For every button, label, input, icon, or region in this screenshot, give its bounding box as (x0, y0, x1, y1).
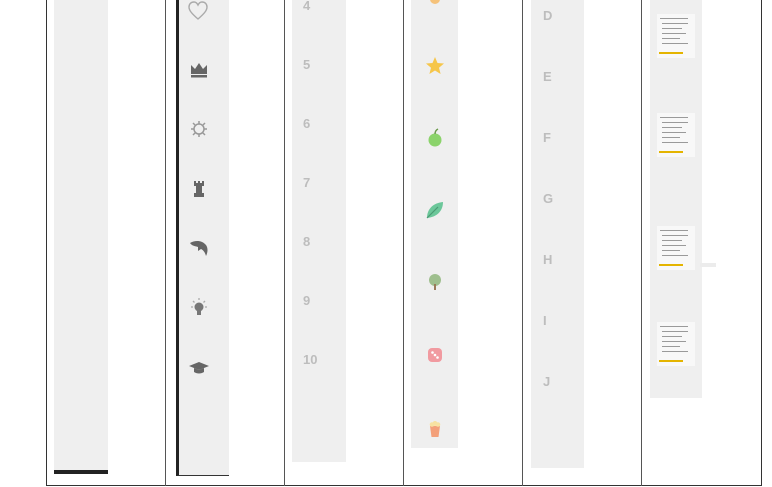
numbers-strip[interactable] (292, 0, 346, 462)
dice-icon (428, 348, 442, 362)
thumbnail-3[interactable] (657, 226, 695, 270)
number-label: 5 (303, 57, 311, 72)
thumbnail-2[interactable] (657, 113, 695, 157)
drag-handle[interactable] (700, 263, 716, 267)
number-label: 9 (303, 293, 311, 308)
apple-icon (428, 128, 442, 147)
letter-label: J (543, 374, 551, 389)
popcorn-icon (429, 421, 441, 437)
letter-label: G (543, 191, 554, 206)
letter-label: E (543, 69, 552, 84)
letter-label: D (543, 8, 553, 23)
crown-icon (191, 63, 207, 78)
graduation-cap-icon (189, 362, 209, 374)
gear-bug-icon (191, 121, 207, 137)
number-label: 8 (303, 234, 311, 249)
letters-strip[interactable] (531, 0, 584, 468)
number-label: 10 (303, 352, 318, 367)
thumbnail-1[interactable] (657, 14, 695, 58)
letter-label: I (543, 313, 547, 328)
dolphin-icon (190, 240, 208, 256)
tree-icon (429, 274, 441, 290)
number-label: 4 (303, 0, 311, 13)
number-label: 6 (303, 116, 311, 131)
letter-label: F (543, 130, 551, 145)
leaf-icon (426, 202, 443, 219)
column-divider (403, 0, 404, 486)
number-label: 7 (303, 175, 311, 190)
heart-outline-icon (188, 1, 208, 20)
orange-partial-icon (430, 0, 440, 4)
thumbnail-4[interactable] (657, 322, 695, 366)
column-divider (165, 0, 166, 486)
letter-label: H (543, 252, 553, 267)
column-divider (522, 0, 523, 486)
star-icon (426, 57, 444, 74)
column-divider (641, 0, 642, 486)
empty-strip[interactable] (54, 0, 108, 473)
column-divider (284, 0, 285, 486)
scroll-indicator (54, 470, 108, 474)
chess-rook-icon (194, 181, 204, 197)
lightbulb-icon (191, 298, 207, 315)
